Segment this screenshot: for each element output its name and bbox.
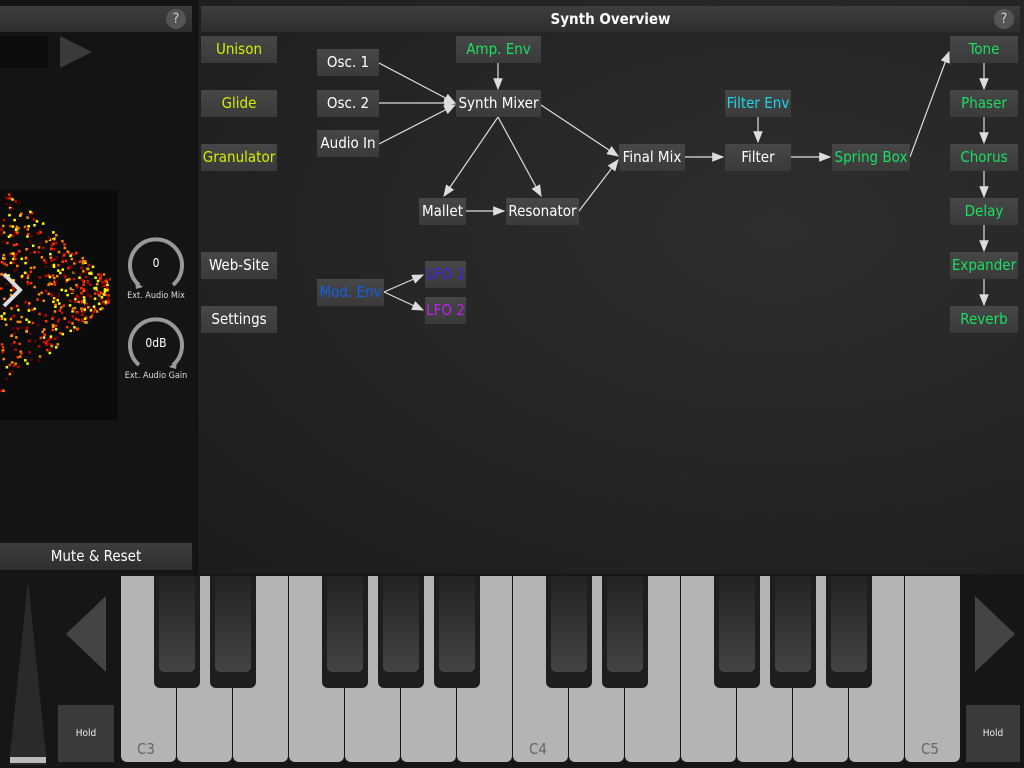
website-button[interactable]: Web-Site bbox=[201, 252, 277, 279]
phaser-node[interactable]: Phaser bbox=[950, 90, 1018, 117]
audio-in-node[interactable]: Audio In bbox=[317, 130, 379, 157]
black-key[interactable] bbox=[210, 576, 256, 688]
pitch-slider-handle[interactable] bbox=[10, 757, 46, 763]
lfo1-node[interactable]: LFO 1 bbox=[425, 261, 466, 288]
lfo2-node[interactable]: LFO 2 bbox=[425, 297, 466, 324]
key-label: C5 bbox=[921, 740, 940, 758]
black-key[interactable] bbox=[714, 576, 760, 688]
settings-button[interactable]: Settings bbox=[201, 306, 277, 333]
mod-env-node[interactable]: Mod. Env bbox=[317, 279, 384, 306]
hold-right-button[interactable]: Hold bbox=[966, 705, 1020, 762]
black-key[interactable] bbox=[434, 576, 480, 688]
osc1-node[interactable]: Osc. 1 bbox=[317, 49, 379, 76]
mallet-node[interactable]: Mallet bbox=[419, 198, 466, 225]
black-key[interactable] bbox=[322, 576, 368, 688]
black-key[interactable] bbox=[546, 576, 592, 688]
delay-node[interactable]: Delay bbox=[950, 198, 1018, 225]
black-key[interactable] bbox=[770, 576, 816, 688]
osc2-node[interactable]: Osc. 2 bbox=[317, 90, 379, 117]
reverb-node[interactable]: Reverb bbox=[950, 306, 1018, 333]
signal-flow-arrows bbox=[378, 50, 989, 311]
unison-button[interactable]: Unison bbox=[201, 36, 277, 63]
black-key[interactable] bbox=[378, 576, 424, 688]
key-label: C4 bbox=[529, 740, 548, 758]
black-key[interactable] bbox=[602, 576, 648, 688]
hold-left-button[interactable]: Hold bbox=[58, 705, 114, 762]
black-key[interactable] bbox=[826, 576, 872, 688]
chorus-node[interactable]: Chorus bbox=[950, 144, 1018, 171]
octave-up-icon[interactable] bbox=[975, 596, 1015, 672]
tone-node[interactable]: Tone bbox=[950, 36, 1018, 63]
white-key[interactable]: C5 bbox=[905, 576, 960, 762]
key-label: C3 bbox=[137, 740, 156, 758]
expander-node[interactable]: Expander bbox=[950, 252, 1018, 279]
filter-node[interactable]: Filter bbox=[725, 144, 791, 171]
final-mix-node[interactable]: Final Mix bbox=[619, 144, 685, 171]
synth-mixer-node[interactable]: Synth Mixer bbox=[456, 90, 541, 117]
spring-box-node[interactable]: Spring Box bbox=[832, 144, 910, 171]
filter-env-node[interactable]: Filter Env bbox=[725, 90, 791, 117]
black-key[interactable] bbox=[154, 576, 200, 688]
amp-env-node[interactable]: Amp. Env bbox=[456, 36, 541, 63]
resonator-node[interactable]: Resonator bbox=[506, 198, 579, 225]
glide-button[interactable]: Glide bbox=[201, 90, 277, 117]
granulator-button[interactable]: Granulator bbox=[201, 144, 277, 171]
octave-down-icon[interactable] bbox=[66, 596, 106, 672]
